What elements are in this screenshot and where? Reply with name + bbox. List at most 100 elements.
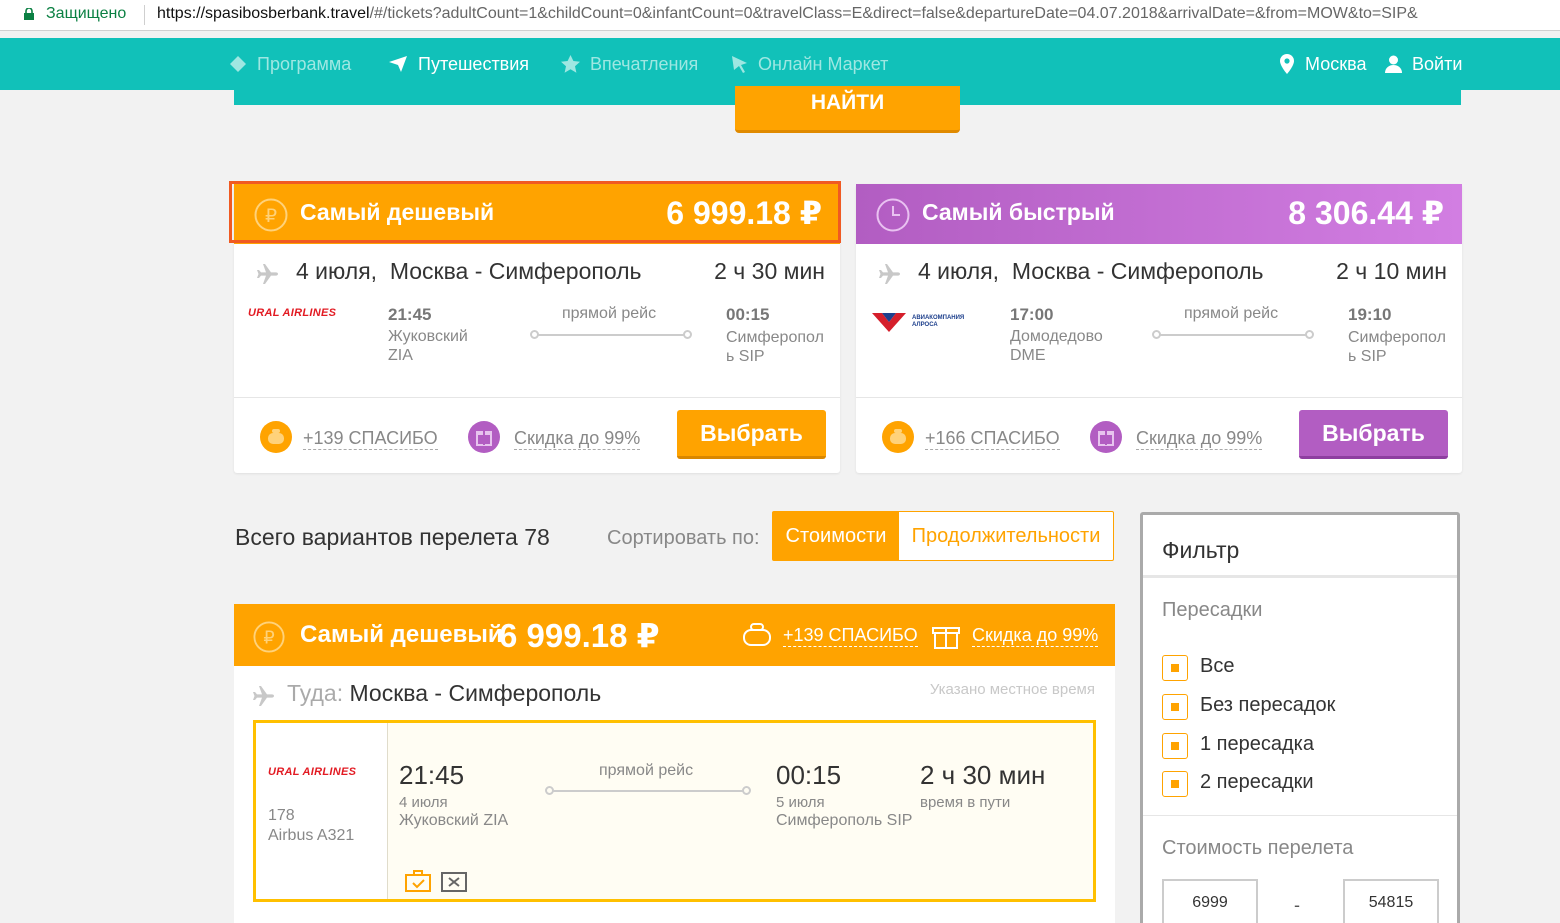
- diamond-icon: [230, 56, 246, 72]
- duration-label: время в пути: [920, 794, 1011, 811]
- sort-by-price[interactable]: Стоимости: [773, 512, 899, 560]
- filter-title: Фильтр: [1162, 537, 1240, 563]
- clock-icon: [876, 198, 910, 232]
- airline-logo: URAL AIRLINES: [268, 766, 357, 778]
- plane-icon: [257, 264, 278, 284]
- price-min-input[interactable]: 6999: [1162, 879, 1258, 923]
- arrival-time: 19:10: [1348, 305, 1392, 324]
- star-icon: [561, 55, 580, 73]
- card-price: 8 306.44 ₽: [1288, 195, 1444, 231]
- bonus-link[interactable]: +139 СПАСИБО: [783, 625, 918, 647]
- airline-logo: АВИАКОМПАНИЯ АЛРОСА: [870, 311, 982, 333]
- gift-icon: [932, 627, 960, 649]
- svg-text:₽: ₽: [263, 628, 274, 649]
- discount-link[interactable]: Скидка до 99%: [972, 625, 1099, 647]
- airline-column: URAL AIRLINES 178 Airbus A321: [256, 723, 388, 899]
- card-header: Самый быстрый 8 306.44 ₽: [856, 184, 1462, 244]
- piggy-bank-icon: [260, 421, 292, 453]
- checkbox-two-transfers[interactable]: [1162, 771, 1188, 797]
- option-one-transfer-label[interactable]: 1 пересадка: [1200, 733, 1314, 756]
- browser-address-bar[interactable]: Защищено https://spasibosberbank.travel/…: [0, 0, 1560, 31]
- price-label: Стоимость перелета: [1162, 837, 1354, 859]
- route-end-dot: [1305, 330, 1314, 339]
- divider: [856, 397, 1462, 398]
- select-button[interactable]: Выбрать: [1299, 410, 1448, 459]
- departure-time: 17:00: [1010, 305, 1054, 324]
- baggage-included-icon: [405, 870, 431, 892]
- route-line: [534, 334, 688, 336]
- discount-link[interactable]: Скидка до 99%: [514, 428, 641, 450]
- route-start-dot: [1152, 330, 1161, 339]
- login-link[interactable]: Войти: [1385, 53, 1462, 75]
- arrival-airport: Симферополь SIP: [776, 812, 913, 829]
- arrival-time: 00:15: [726, 305, 770, 324]
- ruble-icon: ₽: [253, 621, 285, 653]
- filter-panel: Фильтр Пересадки Все Без пересадок 1 пер…: [1140, 512, 1460, 923]
- sort-label: Сортировать по:: [607, 527, 760, 549]
- bonus-link[interactable]: +166 СПАСИБО: [925, 428, 1060, 450]
- nav-item-market[interactable]: Онлайн Маркет: [731, 53, 888, 75]
- local-time-note: Указано местное время: [929, 681, 1095, 698]
- route-line: [1156, 334, 1310, 336]
- paper-plane-icon: [389, 56, 407, 72]
- flight-number: 178: [268, 807, 295, 824]
- secure-label: Защищено: [46, 5, 127, 22]
- arrival-airport: Симферопол ь SIP: [1348, 329, 1446, 365]
- url-text[interactable]: https://spasibosberbank.travel/#/tickets…: [157, 5, 1557, 23]
- gift-icon: [1090, 421, 1122, 453]
- direct-flight-label: прямой рейс: [599, 762, 694, 779]
- city-selector[interactable]: Москва: [1279, 53, 1366, 75]
- card-title: Самый быстрый: [922, 199, 1115, 225]
- plane-icon: [879, 264, 900, 284]
- departure-code: DME: [1010, 347, 1046, 364]
- bonus-link[interactable]: +139 СПАСИБО: [303, 428, 438, 450]
- piggy-bank-icon: [882, 421, 914, 453]
- direction-title: Туда: Москва - Симферополь: [287, 680, 602, 706]
- result-price: 6 999.18 ₽: [499, 617, 660, 654]
- option-direct-label[interactable]: Без пересадок: [1200, 694, 1335, 717]
- transfers-label: Пересадки: [1162, 599, 1263, 621]
- nav-item-program[interactable]: Программа: [229, 53, 351, 75]
- cursor-icon: [732, 55, 747, 73]
- nav-item-travel[interactable]: Путешествия: [388, 53, 529, 75]
- results-count: Всего вариантов перелета 78: [235, 524, 550, 550]
- direct-flight-label: прямой рейс: [1184, 305, 1279, 322]
- direct-flight-label: прямой рейс: [562, 305, 657, 322]
- sort-toggle: Стоимости Продолжительности: [772, 511, 1114, 561]
- checkbox-one-transfer[interactable]: [1162, 733, 1188, 759]
- departure-airport: Домодедово: [1010, 328, 1103, 345]
- result-title: Самый дешевый: [300, 621, 503, 648]
- sort-by-duration[interactable]: Продолжительности: [899, 512, 1113, 560]
- flight-result-card: ₽ Самый дешевый 6 999.18 ₽ +139 СПАСИБО …: [234, 604, 1115, 923]
- divider: [1143, 575, 1457, 578]
- departure-date: 4 июля: [399, 794, 448, 811]
- location-pin-icon: [1280, 54, 1294, 74]
- departure-time: 21:45: [388, 305, 432, 324]
- divider: [234, 397, 840, 398]
- aircraft-type: Airbus A321: [268, 827, 355, 844]
- plane-icon: [253, 686, 274, 706]
- arrival-date: 5 июля: [776, 794, 825, 811]
- route-start-dot: [545, 786, 554, 795]
- departure-time: 21:45: [399, 760, 465, 790]
- route-title: 4 июля, Москва - Симферополь: [918, 258, 1264, 284]
- checkbox-direct[interactable]: [1162, 694, 1188, 720]
- alrosa-logo-icon: [872, 313, 906, 332]
- result-header: ₽ Самый дешевый 6 999.18 ₽ +139 СПАСИБО …: [234, 604, 1115, 666]
- checkbox-all[interactable]: [1162, 655, 1188, 681]
- option-all-label[interactable]: Все: [1200, 655, 1234, 678]
- fastest-card: Самый быстрый 8 306.44 ₽ 4 июля, Москва …: [856, 184, 1462, 473]
- discount-link[interactable]: Скидка до 99%: [1136, 428, 1263, 450]
- select-button[interactable]: Выбрать: [677, 410, 826, 459]
- piggy-bank-icon: [743, 623, 771, 646]
- nav-item-impressions[interactable]: Впечатления: [561, 53, 698, 75]
- price-max-input[interactable]: 54815: [1343, 879, 1439, 923]
- lock-icon: [24, 8, 34, 20]
- flight-segment[interactable]: URAL AIRLINES 178 Airbus A321 21:45 4 ию…: [253, 720, 1096, 902]
- departure-code: ZIA: [388, 347, 413, 364]
- option-two-transfers-label[interactable]: 2 пересадки: [1200, 771, 1314, 794]
- route-end-dot: [683, 330, 692, 339]
- user-icon: [1385, 55, 1402, 73]
- arrival-airport: Симферопол ь SIP: [726, 329, 824, 365]
- find-button[interactable]: НАЙТИ: [735, 86, 960, 133]
